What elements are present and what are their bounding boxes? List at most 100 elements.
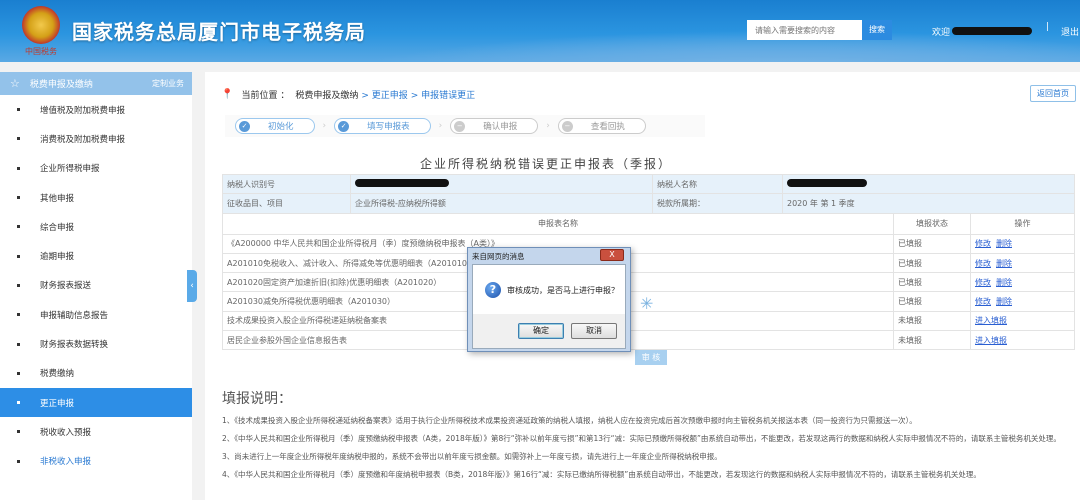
redacted-username bbox=[952, 27, 1033, 35]
bullet-icon bbox=[17, 371, 20, 375]
row-action-link[interactable]: 删除 bbox=[996, 297, 1012, 306]
bullet-icon bbox=[17, 459, 20, 463]
bullet-icon bbox=[17, 166, 20, 170]
row-action-link[interactable]: 删除 bbox=[996, 278, 1012, 287]
sidebar-item[interactable]: 申报辅助信息报告 bbox=[0, 300, 192, 329]
bullet-icon bbox=[17, 342, 20, 346]
period-label: 税款所属期： bbox=[652, 193, 783, 214]
row-actions: 进入填报 bbox=[970, 310, 1075, 332]
sidebar-item-label: 税收收入预报 bbox=[40, 427, 92, 438]
search-button[interactable]: 搜索 bbox=[862, 20, 892, 40]
custom-business-link[interactable]: 定制业务 bbox=[152, 78, 184, 89]
step: ✓ 填写申报表 bbox=[334, 118, 431, 134]
step-arrow-icon: › bbox=[322, 121, 327, 131]
emblem-logo bbox=[22, 6, 60, 44]
dialog-footer: 确定 取消 bbox=[473, 314, 625, 348]
step-label: 确认申报 bbox=[483, 122, 518, 132]
item-value: 企业所得税-应纳税所得额 bbox=[350, 193, 653, 214]
minus-icon: − bbox=[561, 120, 573, 132]
sidebar-item[interactable]: 非税收入申报 bbox=[0, 447, 192, 476]
step-arrow-icon: › bbox=[438, 121, 443, 131]
fill-status: 已填报 bbox=[893, 252, 971, 274]
instructions-title: 填报说明： bbox=[222, 391, 292, 407]
bullet-icon bbox=[17, 137, 20, 141]
sidebar-item-label: 其他申报 bbox=[40, 193, 75, 204]
sidebar-item[interactable]: 财务报表数据转换 bbox=[0, 329, 192, 358]
emblem-caption: 中国税务 bbox=[25, 47, 57, 56]
dialog-ok-button[interactable]: 确定 bbox=[518, 323, 564, 339]
logout-link[interactable]: 退出 bbox=[1061, 25, 1079, 38]
row-action-link[interactable]: 修改 bbox=[975, 239, 991, 248]
audit-button[interactable]: 审 核 bbox=[635, 350, 667, 365]
minus-icon: − bbox=[454, 120, 466, 132]
bullet-icon bbox=[17, 401, 20, 405]
row-action-link[interactable]: 修改 bbox=[975, 297, 991, 306]
sidebar-item[interactable]: 消费税及附加税费申报 bbox=[0, 124, 192, 153]
row-action-link[interactable]: 删除 bbox=[996, 259, 1012, 268]
search-input[interactable] bbox=[747, 20, 862, 40]
instruction-item: 3、尚未进行上一年度企业所得税年度纳税申报的，系统不会带出以前年度亏损金额。如需… bbox=[222, 452, 722, 461]
form-title: 企业所得税纳税错误更正申报表（季报） bbox=[419, 157, 672, 171]
fill-status: 已填报 bbox=[893, 291, 971, 312]
sidebar-item-label: 申报辅助信息报告 bbox=[40, 310, 109, 321]
bullet-icon bbox=[17, 196, 20, 200]
step-label: 初始化 bbox=[268, 122, 294, 132]
sidebar-item-label: 非税收入申报 bbox=[40, 457, 92, 468]
fill-status: 已填报 bbox=[893, 272, 971, 293]
row-action-link[interactable]: 修改 bbox=[975, 278, 991, 287]
step: − 确认申报 bbox=[450, 118, 539, 134]
column-header-actions: 操作 bbox=[970, 212, 1075, 235]
row-action-link[interactable]: 修改 bbox=[975, 259, 991, 268]
fill-status: 已填报 bbox=[893, 233, 971, 254]
instruction-item: 2、《中华人民共和国企业所得税月（季）度预缴纳税申报表（A类，2018年版）》第… bbox=[222, 434, 1061, 443]
row-actions: 修改 删除 bbox=[970, 233, 1075, 254]
sidebar-item-label: 逾期申报 bbox=[40, 252, 75, 263]
dialog-close-button[interactable]: X bbox=[600, 249, 624, 261]
site-header: 中国税务 国家税务总局厦门市电子税务局 搜索 欢迎 | 退出 bbox=[0, 0, 1080, 62]
instruction-item: 1、《技术成果投资入股企业所得税递延纳税备案表》适用于执行企业所得税技术成果投资… bbox=[222, 416, 917, 425]
sidebar-section-title: 税费申报及缴纳 bbox=[29, 80, 93, 90]
sidebar-item[interactable]: 企业所得税申报 bbox=[0, 154, 192, 183]
sidebar-item[interactable]: 其他申报 bbox=[0, 183, 192, 212]
breadcrumb-item[interactable]: 税费申报及缴纳 bbox=[295, 88, 358, 101]
sidebar-item-label: 企业所得税申报 bbox=[40, 164, 100, 175]
sidebar-item[interactable]: 综合申报 bbox=[0, 212, 192, 241]
column-header-name: 申报表名称 bbox=[222, 212, 894, 235]
sidebar: ☆ 税费申报及缴纳 定制业务 增值税及附加税费申报 消费税及附加税费申报企业所得税… bbox=[0, 72, 192, 500]
sidebar-item[interactable]: 逾期申报 bbox=[0, 241, 192, 270]
main-panel: 📍 当前位置 ： 税费申报及缴纳 > 更正申报 > 申报错误更正 返回首页 ✓ 初… bbox=[205, 72, 1080, 500]
breadcrumb-item[interactable]: > 申报错误更正 bbox=[411, 88, 475, 101]
sidebar-item-label: 综合申报 bbox=[40, 222, 75, 233]
sidebar-item[interactable]: 税费缴纳 bbox=[0, 359, 192, 388]
sidebar-collapse-toggle[interactable]: ‹ bbox=[187, 270, 197, 302]
sidebar-item[interactable]: 财务报表报送 bbox=[0, 271, 192, 300]
breadcrumb: 📍 当前位置 ： 税费申报及缴纳 > 更正申报 > 申报错误更正 bbox=[221, 88, 475, 101]
dialog-cancel-button[interactable]: 取消 bbox=[571, 323, 617, 339]
sidebar-item[interactable]: 增值税及附加税费申报 bbox=[0, 95, 192, 124]
sidebar-item[interactable]: 更正申报 bbox=[0, 387, 192, 418]
step: − 查看回执 bbox=[557, 118, 646, 134]
step-label: 填写申报表 bbox=[367, 122, 410, 132]
welcome-text: 欢迎 bbox=[932, 25, 1033, 38]
check-icon: ✓ bbox=[338, 120, 350, 132]
sidebar-section-header[interactable]: ☆ 税费申报及缴纳 定制业务 bbox=[0, 72, 192, 95]
redacted-taxpayer-id bbox=[355, 179, 449, 188]
taxpayer-id-value bbox=[350, 173, 653, 195]
welcome-label: 欢迎 bbox=[932, 28, 951, 38]
return-home-button[interactable]: 返回首页 bbox=[1030, 85, 1076, 102]
declaration-table: 纳税人识别号 纳税人名称 征收品目、项目 企业所得税-应纳税所得额 税款所属期：… bbox=[222, 173, 1075, 351]
dialog-message: 审核成功，是否马上进行申报？ bbox=[507, 285, 619, 295]
row-actions: 修改 删除 bbox=[970, 291, 1075, 312]
breadcrumb-prefix: 当前位置 ： bbox=[241, 91, 290, 101]
instruction-item: 4、《中华人民共和国企业所得税月（季）度预缴和年度纳税申报表（B类，2018年版… bbox=[222, 470, 981, 479]
dialog-message-row: ? 审核成功，是否马上进行申报？ bbox=[485, 282, 619, 298]
taxpayer-name-value bbox=[782, 173, 1075, 195]
step-arrow-icon: › bbox=[546, 121, 550, 131]
table-row: 技术成果投资入股企业所得税递延纳税备案表 未填报 进入填报 bbox=[222, 310, 1075, 332]
breadcrumb-item[interactable]: > 更正申报 bbox=[361, 88, 407, 101]
row-action-link[interactable]: 删除 bbox=[996, 239, 1012, 248]
row-action-link[interactable]: 进入填报 bbox=[975, 336, 1007, 345]
sidebar-item[interactable]: 税收收入预报 bbox=[0, 417, 192, 446]
bullet-icon bbox=[17, 430, 20, 434]
row-action-link[interactable]: 进入填报 bbox=[975, 316, 1007, 325]
